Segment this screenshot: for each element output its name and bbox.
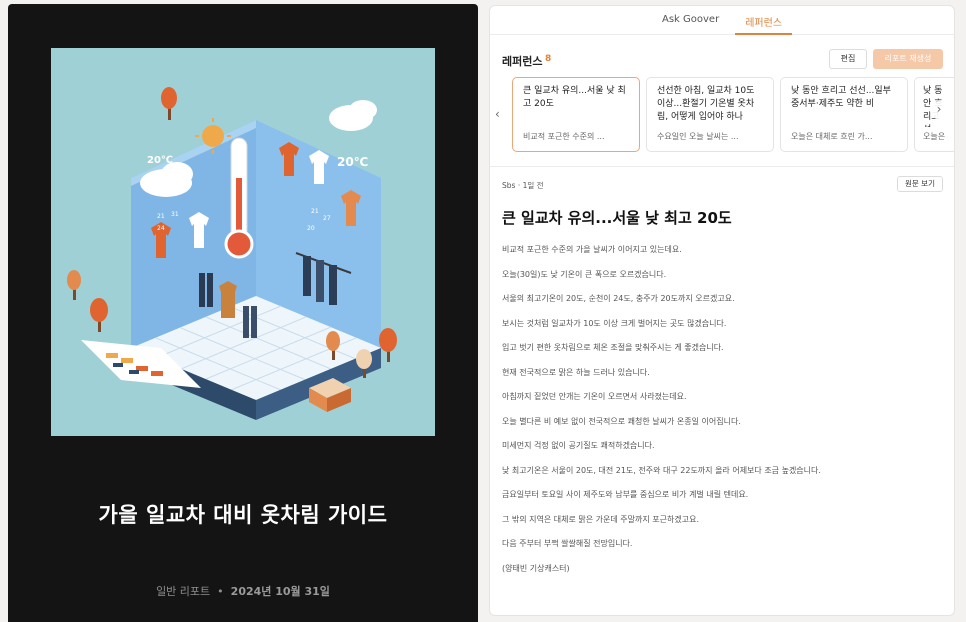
report-category: 일반 리포트 [156,585,211,598]
illustration-small-temp-4: 21 [311,208,319,215]
article-paragraph: 금요일부터 토요일 사이 제주도와 남부를 중심으로 비가 계벌 내릴 텐데요. [502,490,749,499]
illustration-temp-left: 20℃ [147,155,173,166]
article-paragraph: 아침까지 짙었던 안개는 기온이 오르면서 사라졌는데요. [502,392,687,401]
illustration-small-temp-3: 24 [157,225,165,232]
article-paragraph: 다음 주부터 부쩍 쌀쌀해질 전망입니다. [502,539,633,548]
article-paragraph: 비교적 포근한 수준의 가을 날씨가 이어지고 있는데요. [502,245,682,254]
cover-illustration: 20℃ 20℃ 21 31 24 21 27 20 [51,48,435,436]
report-cover: 20℃ 20℃ 21 31 24 21 27 20 가을 일교차 대비 옷차림 … [8,4,478,622]
weather-clothing-illustration: 20℃ 20℃ 21 31 24 21 27 20 [51,48,435,436]
reference-carousel: ‹ 큰 일교차 유의...서울 낮 최고 20도 비교적 포근한 수준의 ...… [490,77,954,153]
article-paragraph: 미세먼지 걱정 없이 공기질도 쾌적하겠습니다. [502,441,655,450]
reference-article: Sbs · 1일 전 원문 보기 큰 일교차 유의...서울 낮 최고 20도 … [502,176,943,587]
reference-card-snippet: 오늘은 ... [923,132,946,141]
meta-separator: • [217,585,224,598]
article-paragraph: 현재 전국적으로 맑은 하늘 드러나 있습니다. [502,367,650,377]
reference-card[interactable]: 낮 동안 흐리고 선선...일부 중서부·제주도 약한 비 오늘은 대체로 흐린… [780,77,908,152]
article-paragraph: 낮 최고기온은 서울이 20도, 대전 21도, 전주와 대구 22도까지 올라… [502,465,821,475]
illustration-temp-right: 20℃ [337,155,368,169]
article-title: 큰 일교차 유의...서울 낮 최고 20도 [502,209,732,227]
reference-card-title: 큰 일교차 유의...서울 낮 최고 20도 [523,86,626,109]
view-original-button[interactable]: 원문 보기 [897,176,943,192]
references-header: 레퍼런스 8 편집 리포트 재생성 [490,49,954,71]
chevron-right-icon[interactable]: › [930,101,948,119]
references-title: 레퍼런스 [502,55,543,68]
tab-ask-goover[interactable]: Ask Goover [652,6,729,35]
reference-card[interactable]: 선선한 아침, 일교차 10도 이상...환절기 기온별 옷차림, 어떻게 입어… [646,77,774,152]
article-body: 비교적 포근한 수준의 가을 날씨가 이어지고 있는데요. 오늘(30일)도 낮… [502,244,942,587]
illustration-small-temp-1: 21 [157,213,165,220]
report-meta: 일반 리포트 • 2024년 10월 31일 [8,583,478,599]
article-paragraph: 그 밖의 지역은 대체로 맑은 가운데 주말까지 포근하겠고요. [502,514,699,524]
illustration-small-temp-6: 20 [307,225,315,232]
tab-references[interactable]: 레퍼런스 [735,6,792,35]
report-title: 가을 일교차 대비 옷차림 가이드 [98,503,388,527]
article-paragraph: (양태빈 기상캐스터) [502,563,570,573]
article-paragraph: 오늘(30일)도 낮 기온이 큰 폭으로 오르겠습니다. [502,269,667,279]
article-paragraph: 입고 벗기 편한 옷차림으로 체온 조절을 맞춰주시는 게 좋겠습니다. [502,343,724,352]
reference-card[interactable]: 큰 일교차 유의...서울 낮 최고 20도 비교적 포근한 수준의 ... [512,77,640,152]
edit-button[interactable]: 편집 [829,49,867,69]
article-paragraph: 오늘 별다른 비 예보 없이 전국적으로 쾌청한 날씨가 온종일 이어집니다. [502,416,741,426]
panel-tabs: Ask Goover 레퍼런스 [490,6,954,35]
reference-card-snippet: 수요일인 오늘 날씨는 ... [657,132,739,141]
reference-card-title: 낮 동안 흐리고 선선...일부 중서부·제주도 약한 비 [791,86,891,109]
references-count: 8 [545,54,552,64]
reference-card-title: 선선한 아침, 일교차 10도 이상...환절기 기온별 옷차림, 어떻게 입어… [657,86,755,122]
article-paragraph: 서울의 최고기온이 20도, 순천이 24도, 충주가 20도까지 오르겠고요. [502,294,735,303]
divider [490,166,954,167]
report-date: 2024년 10월 31일 [230,585,330,598]
reference-panel: Ask Goover 레퍼런스 레퍼런스 8 편집 리포트 재생성 ‹ 큰 일교… [489,5,955,616]
reference-card-snippet: 비교적 포근한 수준의 ... [523,132,605,141]
article-source: Sbs · 1일 전 [502,181,544,190]
article-paragraph: 보시는 것처럼 일교차가 10도 이상 크게 벌어지는 곳도 많겠습니다. [502,318,727,328]
chevron-left-icon[interactable]: ‹ [495,107,500,121]
illustration-small-temp-2: 31 [171,211,179,218]
regenerate-report-button[interactable]: 리포트 재생성 [873,49,943,69]
reference-card-snippet: 오늘은 대체로 흐린 가... [791,132,873,141]
illustration-small-temp-5: 27 [323,215,331,222]
